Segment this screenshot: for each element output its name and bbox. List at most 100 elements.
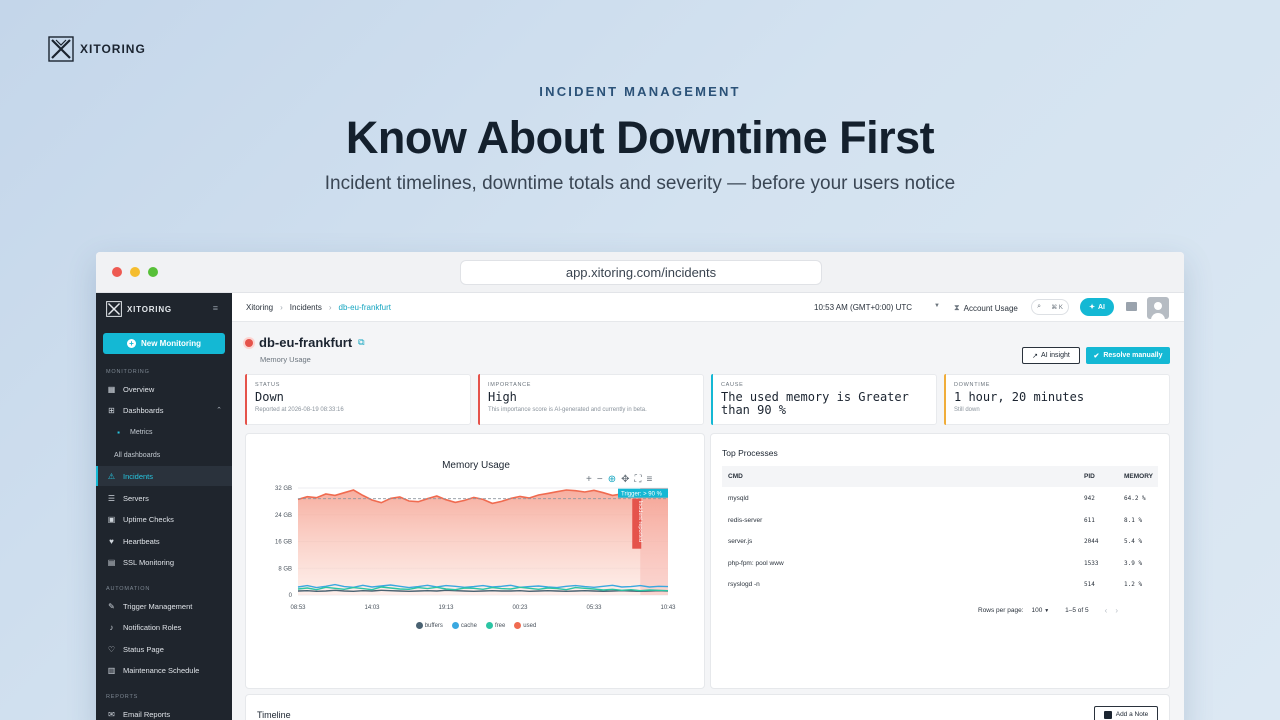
account-usage-label: Account Usage [963,303,1018,313]
uptime-icon: ▣ [107,514,116,524]
column-cmd[interactable]: CMD [728,473,743,480]
column-pid[interactable]: PID [1084,473,1095,480]
cell-cmd: mysqld [728,495,749,502]
hero-subtitle: Incident timelines, downtime totals and … [324,173,956,194]
memory-chart[interactable]: 0 8 GB 16 GB 24 GB 32 GB 08:53 14:03 19:13 00:23… [246,478,706,658]
legend-item-buffers[interactable]: buffers [415,622,443,629]
sidebar-item-ssl-monitoring[interactable]: ▤ SSL Monitoring [96,552,232,572]
sidebar-item-status-page[interactable]: ♡ Status Page [96,639,232,659]
sidebar-item-label: All dashboards [114,451,161,459]
sidebar-item-notification-roles[interactable]: ♪ Notification Roles [96,617,232,637]
y-tick-label: 0 [289,593,293,599]
rows-per-page-select[interactable]: 100 ▼ [1032,607,1050,614]
legend-item-cache[interactable]: cache [451,622,477,629]
dashboard-icon: ⊞ [108,405,115,415]
xitoring-logo-icon [106,301,122,317]
chart-title: Memory Usage [442,460,510,471]
minimize-window-dot[interactable] [130,267,140,277]
sidebar-item-maintenance-schedule[interactable]: ▥ Maintenance Schedule [96,660,232,680]
search-button[interactable]: ⌕ ⌘ K [1031,299,1069,315]
x-tick-label: 08:53 [290,605,306,611]
x-tick-label: 14:03 [364,605,380,611]
search-shortcut: ⌘ K [1051,304,1063,311]
legend-label: cache [460,622,477,629]
inbox-icon[interactable] [1126,302,1137,311]
hourglass-icon: ⧗ [954,303,960,312]
table-row[interactable]: mysqld 942 64.2 % [722,488,1158,509]
status-card: STATUS Down Reported at 2026-08-19 08:33… [245,374,471,425]
breadcrumb-incidents[interactable]: Incidents [290,303,322,312]
chevron-up-icon: ⌃ [216,407,222,414]
timezone-selector[interactable]: 10:53 AM (GMT+0:00) UTC [814,303,912,312]
table-row[interactable]: server.js 2044 5.4 % [722,531,1158,552]
table-row[interactable]: redis-server 611 8.1 % [722,510,1158,531]
account-usage-link[interactable]: ⧗ Account Usage [954,303,1018,313]
sidebar-item-servers[interactable]: ☰ Servers [96,488,232,508]
breadcrumb-current: db-eu-frankfurt [338,303,391,312]
card-note: Still down [954,406,980,413]
external-link-icon[interactable]: ⧉ [358,337,364,348]
ai-button[interactable]: ✦ AI [1080,298,1114,316]
previous-page-icon[interactable]: ‹ [1105,606,1108,615]
sidebar-item-dashboards[interactable]: ⊞ Dashboards ⌃ [96,400,232,420]
collapse-sidebar-icon[interactable]: ≡ [213,303,218,313]
incident-label: Incident reported [637,501,643,542]
cell-cmd: rsyslogd -n [728,581,760,588]
sidebar-item-uptime-checks[interactable]: ▣ Uptime Checks [96,509,232,529]
rows-per-page-value: 100 [1031,607,1043,614]
ai-insight-label: AI insight [1041,352,1070,359]
sidebar-item-email-reports[interactable]: ✉ Email Reports [96,704,232,720]
wrench-icon: ✎ [108,601,115,611]
sidebar-item-incidents[interactable]: ⚠ Incidents [96,466,232,486]
table-row[interactable]: rsyslogd -n 514 1.2 % [722,574,1158,595]
top-bar: Xitoring › Incidents › db-eu-frankfurt 1… [232,293,1184,322]
plus-icon: + [127,339,136,348]
breadcrumb-xitoring[interactable]: Xitoring [246,303,273,312]
heart-icon: ♥ [109,536,114,546]
cell-memory: 5.4 % [1124,538,1143,545]
next-page-icon[interactable]: › [1115,606,1118,615]
table-pagination: Rows per page: 100 ▼ 1–5 of 5 ‹ › [978,606,1118,615]
hero-eyebrow: INCIDENT MANAGEMENT [539,84,741,99]
cell-cmd: server.js [728,538,753,545]
status-icon: ♡ [107,644,116,654]
sidebar-item-overview[interactable]: ▦ Overview [96,379,232,399]
chevron-down-icon[interactable]: ▼ [934,303,940,309]
maximize-window-dot[interactable] [148,267,158,277]
new-monitoring-button[interactable]: + New Monitoring [103,333,225,354]
legend-swatch [514,622,522,629]
resolve-manually-button[interactable]: ✔ Resolve manually [1086,347,1170,364]
legend-item-used[interactable]: used [514,622,536,629]
chevron-down-icon: ▼ [1044,608,1050,614]
metrics-icon: ▪ [117,427,120,437]
avatar[interactable] [1147,297,1169,319]
down-status-dot [245,338,253,347]
sidebar-item-all-dashboards[interactable]: All dashboards [96,445,232,465]
sidebar-logo[interactable]: XITORING [106,301,172,317]
card-label: DOWNTIME [954,382,991,388]
avatar-head [1154,302,1162,310]
sidebar-item-metrics[interactable]: ▪ Metrics [96,422,232,442]
cause-card: CAUSE The used memory is Greater than 90… [711,374,937,425]
sidebar-item-trigger-management[interactable]: ✎ Trigger Management [96,596,232,616]
address-bar[interactable]: app.xitoring.com/incidents [460,260,822,285]
lock-icon: ▤ [107,557,116,567]
sidebar-item-label: Servers [123,493,149,503]
table-row[interactable]: php-fpm: pool www 1533 3.9 % [722,553,1158,574]
close-window-dot[interactable] [112,267,122,277]
sidebar-brand-name: XITORING [127,304,172,314]
hero-title: Know About Downtime First [345,112,935,163]
sidebar-item-heartbeats[interactable]: ♥ Heartbeats [96,531,232,551]
cell-pid: 611 [1084,517,1095,524]
check-circle-icon: ✔ [1093,352,1100,360]
ai-insight-button[interactable]: ↗ AI insight [1022,347,1080,364]
card-note: Reported at 2026-08-19 08:33:16 [255,406,344,413]
legend-item-free[interactable]: free [485,622,505,629]
legend-swatch [415,622,423,629]
legend-swatch [485,622,493,629]
add-note-button[interactable]: Add a Note [1094,706,1158,720]
card-note: This importance score is AI-generated an… [488,406,647,413]
cell-pid: 2044 [1084,538,1099,545]
sidebar-item-label: Dashboards [123,405,164,415]
column-memory[interactable]: MEMORY [1124,473,1153,480]
